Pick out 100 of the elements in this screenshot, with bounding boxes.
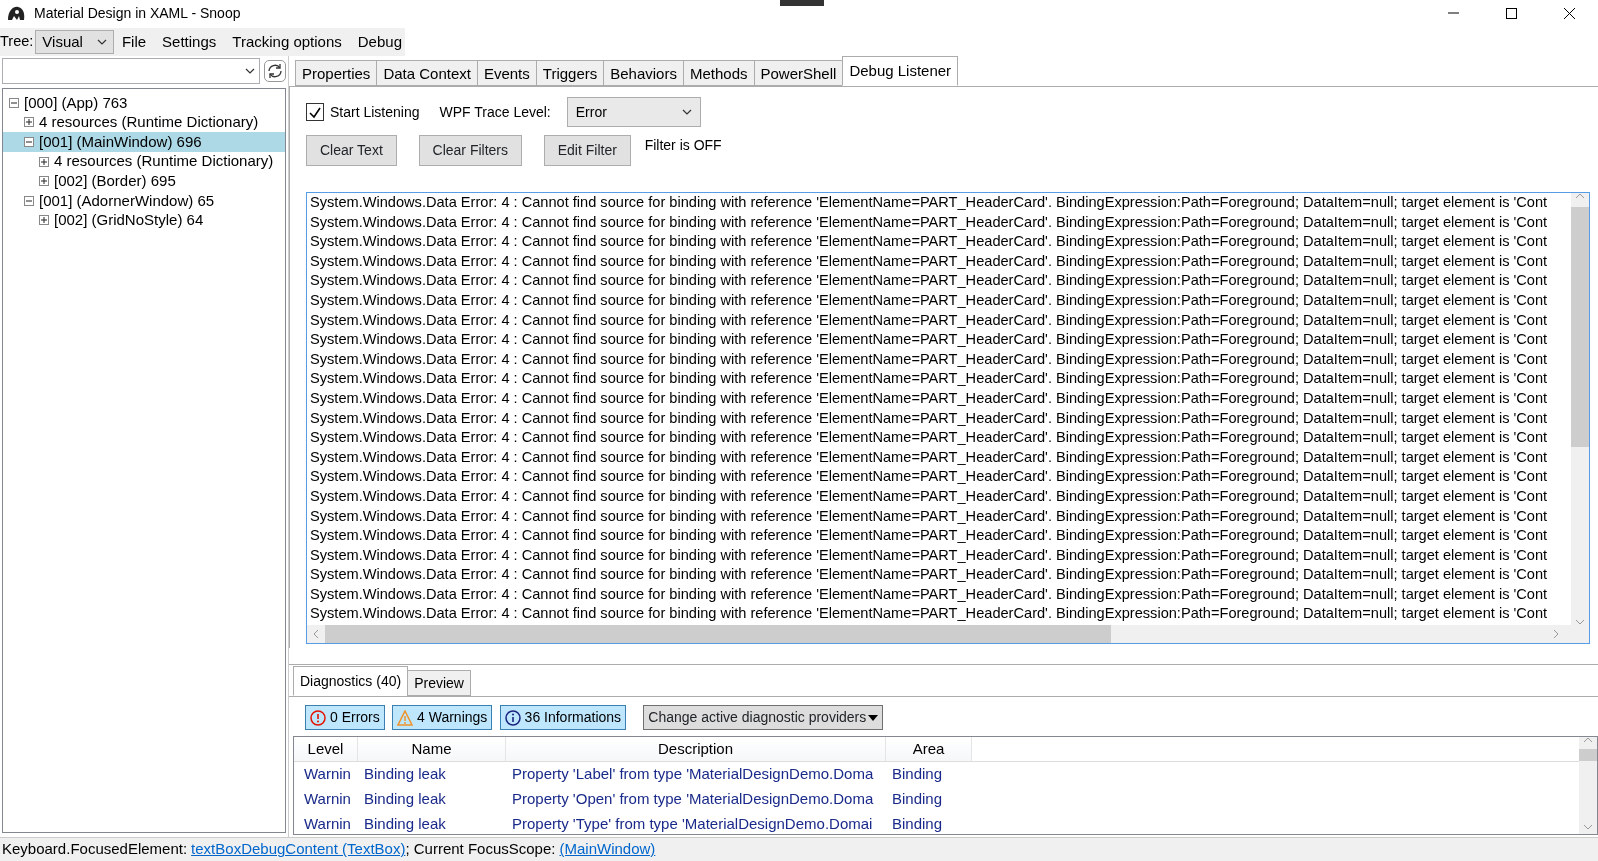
tab[interactable]: Behaviors: [603, 60, 684, 86]
tree-item[interactable]: [001] (AdornerWindow) 65: [3, 190, 285, 211]
tree-item[interactable]: [001] (MainWindow) 696: [3, 132, 285, 152]
tree-item[interactable]: [002] (Border) 695: [3, 171, 285, 191]
tab[interactable]: PowerShell: [753, 60, 844, 86]
tree-item[interactable]: [002] (GridNoStyle) 64: [3, 210, 285, 231]
button[interactable]: Clear Filters: [418, 135, 522, 166]
vertical-scrollbar[interactable]: [1571, 193, 1589, 625]
menu-item[interactable]: Debug: [349, 30, 410, 54]
table-cell-text: Property 'Type' from type 'MaterialDesignDemo.Domai: [511, 814, 874, 834]
warning-icon: [397, 709, 414, 726]
scroll-down-icon[interactable]: [1575, 619, 1585, 625]
tree-item[interactable]: 4 resources (Runtime Dictionary): [3, 151, 285, 172]
info-icon: [504, 709, 521, 726]
filter-toggle[interactable]: 4 Warnings: [392, 705, 493, 730]
table-cell-text: Binding: [891, 764, 944, 785]
scroll-thumb[interactable]: [1579, 749, 1597, 761]
checkbox-label[interactable]: Start Listening: [330, 101, 420, 123]
table-cell-text: Warnin: [303, 764, 352, 785]
tab[interactable]: Diagnostics (40): [293, 666, 409, 696]
tab[interactable]: Properties: [295, 60, 378, 86]
tab[interactable]: Triggers: [535, 60, 605, 86]
caret-icon: [681, 109, 692, 115]
tree-mode-select[interactable]: Visual: [35, 30, 114, 54]
collapse-icon[interactable]: [9, 97, 19, 108]
menu-item[interactable]: Tracking options: [224, 30, 350, 54]
status-text: ; Current FocusScope:: [405, 839, 556, 860]
close-icon: [1563, 7, 1575, 19]
checkbox[interactable]: [306, 103, 324, 121]
filter-status: Filter is OFF: [644, 136, 722, 155]
expand-icon[interactable]: [24, 117, 34, 128]
column-header[interactable]: Area: [886, 737, 972, 761]
expand-icon[interactable]: [39, 156, 49, 167]
log-line: System.Windows.Data Error: 4 : Cannot find source for binding with reference 'ElementName=PART_HeaderCard'. BindingExpression:Path=Foreground; DataItem=null; target element is 'Cont: [310, 526, 1549, 546]
status-text: Keyboard.FocusedElement:: [2, 839, 188, 860]
button[interactable]: Clear Text: [306, 135, 397, 166]
expand-icon[interactable]: [39, 176, 49, 187]
caret-icon: [245, 68, 255, 74]
log-line: System.Windows.Data Error: 4 : Cannot find source for binding with reference 'ElementName=PART_HeaderCard'. BindingExpression:Path=Foreground; DataItem=null; target element is 'Cont: [310, 447, 1549, 467]
filter-toggle[interactable]: 36 Informations: [499, 705, 627, 730]
log-line: System.Windows.Data Error: 4 : Cannot find source for binding with reference 'ElementName=PART_HeaderCard'. BindingExpression:Path=Foreground; DataItem=null; target element is 'Cont: [310, 251, 1549, 271]
tree-item[interactable]: [000] (App) 763: [3, 93, 285, 113]
scroll-up-icon[interactable]: [1575, 193, 1585, 199]
button[interactable]: Edit Filter: [543, 135, 631, 166]
window-title: Material Design in XAML - Snoop: [34, 3, 241, 23]
log-line: System.Windows.Data Error: 4 : Cannot find source for binding with reference 'ElementName=PART_HeaderCard'. BindingExpression:Path=Foreground; DataItem=null; target element is 'Cont: [310, 212, 1549, 232]
log-line: System.Windows.Data Error: 4 : Cannot find source for binding with reference 'ElementName=PART_HeaderCard'. BindingExpression:Path=Foreground; DataItem=null; target element is 'Cont: [310, 428, 1549, 448]
scroll-down-icon[interactable]: [1583, 824, 1593, 830]
menu-item[interactable]: File: [113, 30, 155, 54]
scroll-up-icon[interactable]: [1583, 737, 1593, 743]
log-line: System.Windows.Data Error: 4 : Cannot find source for binding with reference 'ElementName=PART_HeaderCard'. BindingExpression:Path=Foreground; DataItem=null; target element is 'Cont: [310, 604, 1549, 624]
log-line: System.Windows.Data Error: 4 : Cannot find source for binding with reference 'ElementName=PART_HeaderCard'. BindingExpression:Path=Foreground; DataItem=null; target element is 'Cont: [310, 349, 1549, 369]
log-line: System.Windows.Data Error: 4 : Cannot find source for binding with reference 'ElementName=PART_HeaderCard'. BindingExpression:Path=Foreground; DataItem=null; target element is 'Cont: [310, 310, 1549, 330]
table-cell-text: Warnin: [303, 789, 352, 810]
status-link[interactable]: textBoxDebugContent (TextBox): [191, 838, 406, 861]
tab[interactable]: Debug Listener: [842, 56, 959, 86]
log-line: System.Windows.Data Error: 4 : Cannot find source for binding with reference 'ElementName=PART_HeaderCard'. BindingExpression:Path=Foreground; DataItem=null; target element is 'Cont: [310, 388, 1549, 408]
table-cell-text: Property 'Open' from type 'MaterialDesignDemo.Doma: [511, 789, 875, 810]
table-cell-text: Binding: [891, 789, 944, 810]
collapse-icon[interactable]: [24, 195, 34, 206]
tab[interactable]: Events: [476, 60, 537, 86]
tab[interactable]: Data Context: [376, 60, 478, 86]
tab[interactable]: Preview: [407, 670, 471, 696]
app-icon: [6, 4, 26, 22]
providers-dropdown[interactable]: Change active diagnostic providers: [643, 705, 884, 730]
log-line: System.Windows.Data Error: 4 : Cannot find source for binding with reference 'ElementName=PART_HeaderCard'. BindingExpression:Path=Foreground; DataItem=null; target element is 'Cont: [310, 467, 1549, 487]
column-header[interactable]: Description: [506, 737, 886, 761]
trace-level-select[interactable]: Error: [566, 97, 701, 127]
scroll-thumb[interactable]: [1571, 207, 1589, 447]
collapse-icon[interactable]: [24, 137, 34, 147]
filter-toggle[interactable]: 0 Errors: [305, 705, 385, 730]
refresh-button[interactable]: [264, 60, 286, 82]
caret-icon: [868, 714, 879, 721]
tab[interactable]: Methods: [682, 60, 755, 86]
table-cell-text: Binding: [891, 814, 944, 834]
log-line: System.Windows.Data Error: 4 : Cannot find source for binding with reference 'ElementName=PART_HeaderCard'. BindingExpression:Path=Foreground; DataItem=null; target element is 'Cont: [310, 232, 1549, 252]
caret-icon: [96, 39, 107, 45]
field-label: WPF Trace Level:: [439, 102, 551, 122]
scroll-thumb[interactable]: [325, 625, 1111, 643]
vertical-scrollbar[interactable]: [1579, 737, 1597, 834]
check-icon: [308, 105, 322, 119]
column-header[interactable]: Name: [358, 737, 506, 761]
column-header[interactable]: Level: [294, 737, 358, 761]
refresh-icon: [266, 62, 284, 80]
table-cell-text: Property 'Label' from type 'MaterialDesignDemo.Doma: [511, 764, 875, 785]
log-line: System.Windows.Data Error: 4 : Cannot find source for binding with reference 'ElementName=PART_HeaderCard'. BindingExpression:Path=Foreground; DataItem=null; target element is 'Cont: [310, 486, 1549, 506]
log-line: System.Windows.Data Error: 4 : Cannot find source for binding with reference 'ElementName=PART_HeaderCard'. BindingExpression:Path=Foreground; DataItem=null; target element is 'Cont: [310, 271, 1549, 291]
maximize-icon: [1505, 7, 1517, 19]
table-cell-text: Binding leak: [363, 789, 447, 810]
scroll-left-icon[interactable]: [313, 629, 319, 639]
tree-item[interactable]: 4 resources (Runtime Dictionary): [3, 112, 285, 133]
table-cell-text: Binding leak: [363, 814, 447, 834]
log-line: System.Windows.Data Error: 4 : Cannot find source for binding with reference 'ElementName=PART_HeaderCard'. BindingExpression:Path=Foreground; DataItem=null; target element is 'Cont: [310, 193, 1549, 212]
menu-item[interactable]: Settings: [154, 30, 225, 54]
horizontal-scrollbar[interactable]: [307, 625, 1589, 643]
log-text-area[interactable]: [306, 192, 1590, 644]
expand-icon[interactable]: [39, 215, 49, 226]
status-link[interactable]: (MainWindow): [559, 838, 656, 861]
log-line: System.Windows.Data Error: 4 : Cannot find source for binding with reference 'ElementName=PART_HeaderCard'. BindingExpression:Path=Foreground; DataItem=null; target element is 'Cont: [310, 506, 1549, 526]
scroll-right-icon[interactable]: [1553, 629, 1559, 639]
